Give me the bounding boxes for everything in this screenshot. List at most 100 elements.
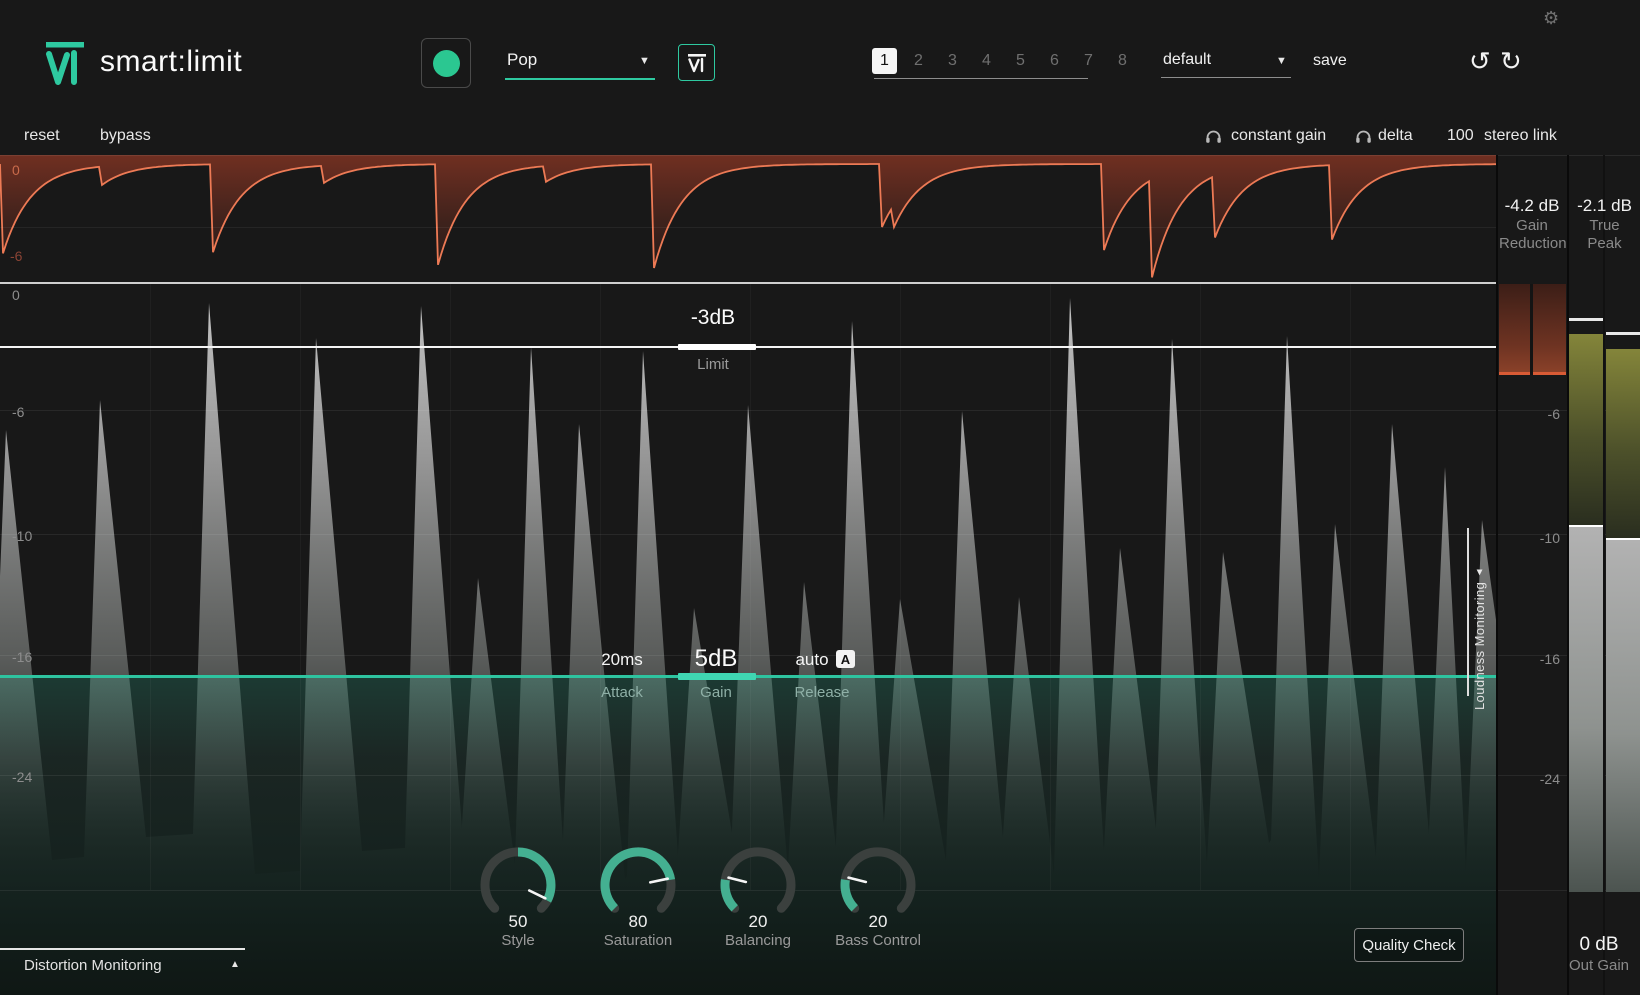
stereo-link-value[interactable]: 100: [1447, 127, 1474, 145]
gear-icon: ⚙: [1543, 8, 1560, 28]
db-scale-label-left: -24: [12, 769, 33, 785]
time-gridline: [900, 284, 901, 890]
time-gridline: [150, 284, 151, 890]
knob-label: Balancing: [725, 932, 791, 949]
preset-slot-3[interactable]: 3: [940, 48, 965, 74]
constant-gain-toggle[interactable]: constant gain: [1231, 127, 1326, 145]
expand-up-icon: ▲: [230, 959, 240, 970]
bypass-button[interactable]: bypass: [100, 127, 151, 145]
db-scale-label-right: -6: [1547, 406, 1560, 422]
learning-record-button[interactable]: [421, 38, 471, 88]
release-label: Release: [794, 684, 850, 701]
db-scale-label-left: -6: [12, 404, 25, 420]
gain-reduction-readout-label: Gain Reduction: [1499, 217, 1567, 252]
meter-channel-divider: [1603, 155, 1605, 995]
quality-check-button[interactable]: Quality Check: [1354, 928, 1464, 962]
rms-meter-right: [1606, 538, 1640, 892]
record-dot-icon: [432, 49, 460, 77]
redo-icon: ↻: [1500, 46, 1522, 76]
save-button[interactable]: save: [1313, 52, 1347, 70]
distortion-monitoring-line: [0, 948, 245, 950]
out-gain-label: Out Gain: [1568, 957, 1630, 974]
db-scale-label-right: -10: [1539, 530, 1560, 546]
profile-button[interactable]: [678, 44, 715, 81]
genre-dropdown-caret-icon[interactable]: ▼: [639, 55, 650, 67]
reset-button[interactable]: reset: [24, 127, 60, 145]
headphones-icon: [1206, 130, 1221, 143]
gain-value[interactable]: 5dB: [666, 645, 766, 673]
preset-slot-6[interactable]: 6: [1042, 48, 1067, 74]
db-scale-label-right: -16: [1539, 651, 1560, 667]
gridline: [0, 410, 1640, 411]
knob-label: Style: [501, 932, 535, 949]
knob-saturation[interactable]: 80 Saturation: [590, 841, 686, 949]
gr-gridline: [0, 227, 1497, 228]
limit-handle[interactable]: [678, 344, 756, 350]
knob-label: Bass Control: [835, 932, 921, 949]
time-gridline: [300, 284, 301, 890]
peak-meter-left: [1569, 334, 1603, 525]
gain-reduction-history-graph: [0, 155, 1497, 278]
preset-slot-row: 12345678: [872, 48, 1135, 74]
preset-slot-2[interactable]: 2: [906, 48, 931, 74]
true-peak-hold-left: [1569, 318, 1603, 321]
gain-handle[interactable]: [678, 673, 756, 680]
limit-label: Limit: [697, 356, 729, 373]
gridline: [0, 890, 1640, 891]
preset-row-underline: [874, 78, 1088, 79]
knob-balancing[interactable]: 20 Balancing: [710, 841, 806, 949]
peak-meter-right: [1606, 349, 1640, 538]
graph-top-border: [0, 155, 1640, 156]
true-peak-hold-right: [1606, 332, 1640, 335]
preset-dropdown-caret-icon[interactable]: ▼: [1276, 55, 1287, 67]
knob-style[interactable]: 50 Style: [470, 841, 566, 949]
preset-dropdown-underline: [1161, 77, 1291, 78]
gr-scale-minus6: -6: [10, 248, 23, 264]
preset-slot-5[interactable]: 5: [1008, 48, 1033, 74]
preset-slot-7[interactable]: 7: [1076, 48, 1101, 74]
db-scale-label-left: 0: [12, 287, 20, 303]
smart-limit-plugin-window: ⚙ smart:limit Pop ▼ 12345678 default ▼ s…: [0, 0, 1640, 995]
preset-slot-1[interactable]: 1: [872, 48, 897, 74]
knob-label: Saturation: [603, 932, 673, 949]
rms-meter-left: [1569, 525, 1603, 892]
gr-scale-0: 0: [12, 162, 20, 178]
time-gridline: [1050, 284, 1051, 890]
loudness-monitoring-expander[interactable]: Loudness Monitoring ▲: [1472, 514, 1487, 710]
limit-value[interactable]: -3dB: [663, 306, 763, 330]
loudness-monitoring-line: [1467, 528, 1469, 696]
settings-icon[interactable]: ⚙: [1543, 8, 1559, 29]
release-auto-badge[interactable]: A: [836, 650, 855, 668]
sonible-mark-icon: [687, 53, 706, 72]
genre-dropdown-underline: [505, 78, 655, 80]
db-scale-label-left: -16: [12, 649, 33, 665]
panel-divider: [1496, 155, 1498, 995]
out-gain-value[interactable]: 0 dB: [1559, 934, 1639, 956]
distortion-monitoring-expander[interactable]: Distortion Monitoring ▲: [24, 957, 246, 974]
db-scale-label-left: -10: [12, 528, 33, 544]
loudness-monitoring-label: Loudness Monitoring: [1472, 581, 1487, 710]
attack-value[interactable]: 20ms: [582, 650, 662, 670]
preset-slot-4[interactable]: 4: [974, 48, 999, 74]
preset-slot-8[interactable]: 8: [1110, 48, 1135, 74]
knob-bass-control[interactable]: 20 Bass Control: [830, 841, 926, 949]
genre-dropdown[interactable]: Pop: [507, 50, 537, 70]
gain-reduction-readout: -4.2 dB: [1504, 196, 1560, 215]
time-gridline: [1200, 284, 1201, 890]
gridline: [0, 775, 1640, 776]
plugin-title: smart:limit: [100, 45, 243, 78]
redo-button[interactable]: ↻: [1500, 48, 1522, 74]
sonible-logo-icon: [46, 42, 84, 85]
undo-button[interactable]: ↺: [1469, 48, 1491, 74]
time-gridline: [450, 284, 451, 890]
expand-up-icon: ▲: [1474, 566, 1485, 578]
true-peak-readout: -2.1 dB: [1577, 196, 1632, 215]
delta-toggle[interactable]: delta: [1378, 127, 1413, 145]
undo-icon: ↺: [1469, 46, 1491, 76]
time-gridline: [750, 284, 751, 890]
gain-reduction-meter: [1499, 284, 1566, 375]
distortion-monitoring-label: Distortion Monitoring: [24, 957, 162, 974]
time-gridline: [600, 284, 601, 890]
true-peak-readout-label: True Peak: [1587, 217, 1622, 252]
preset-dropdown[interactable]: default: [1163, 51, 1211, 69]
